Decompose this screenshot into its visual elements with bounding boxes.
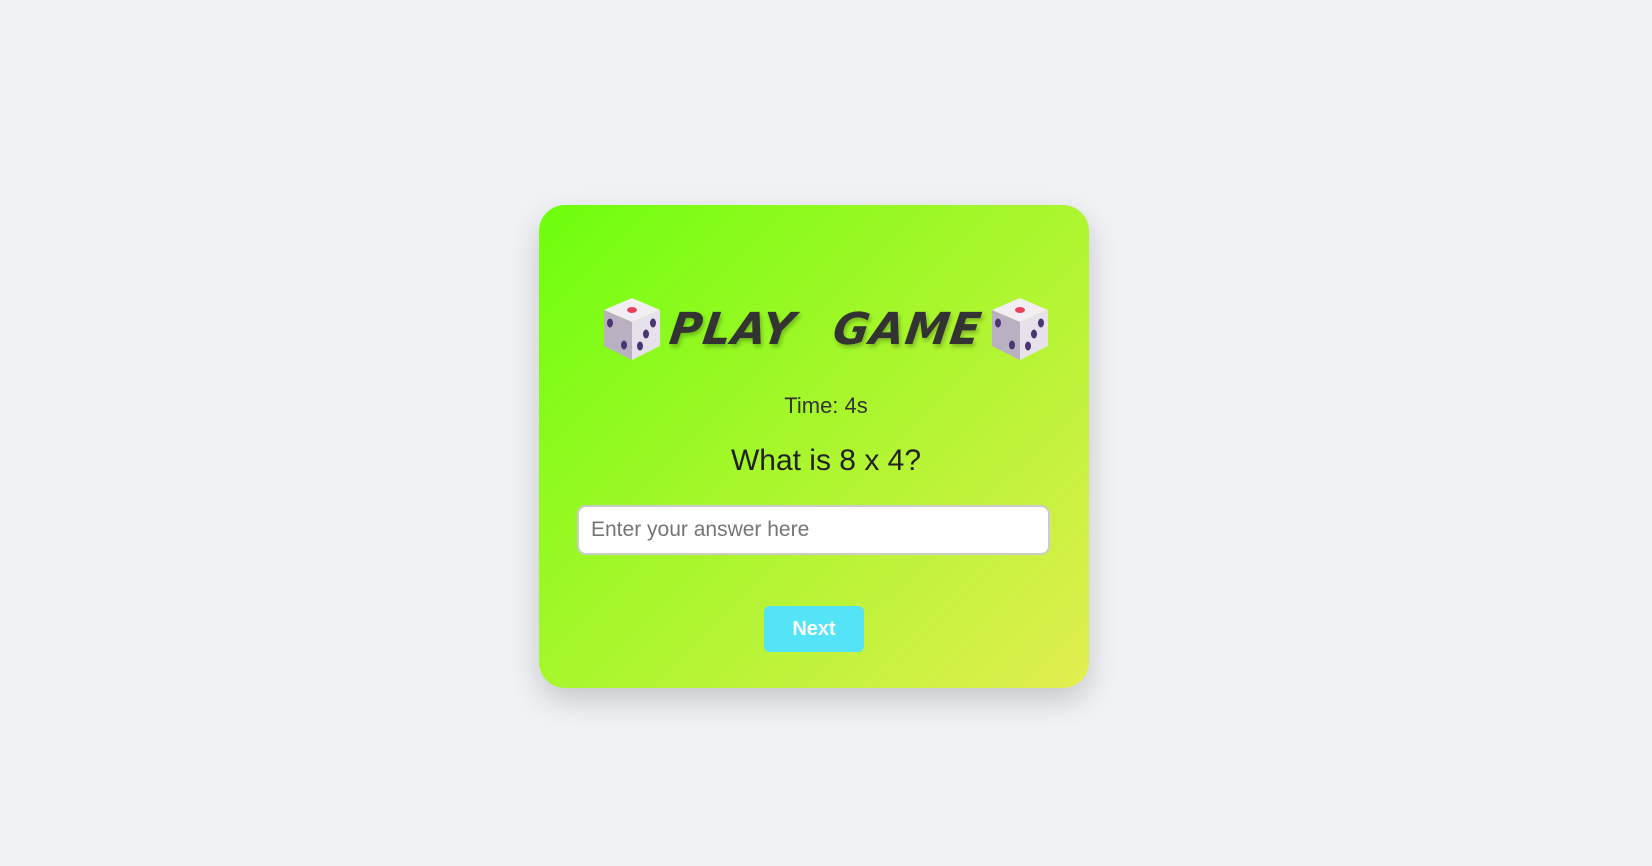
timer: Time: 4s [784,393,868,418]
next-button[interactable]: Next [764,606,864,652]
dice-icon [991,298,1048,360]
question-text: What is 8 x 4? [730,444,922,477]
game-title: PLAY GAME [0,296,1652,362]
title-text: PLAY GAME [666,303,986,355]
answer-input[interactable] [577,505,1050,555]
dice-icon [604,298,661,360]
